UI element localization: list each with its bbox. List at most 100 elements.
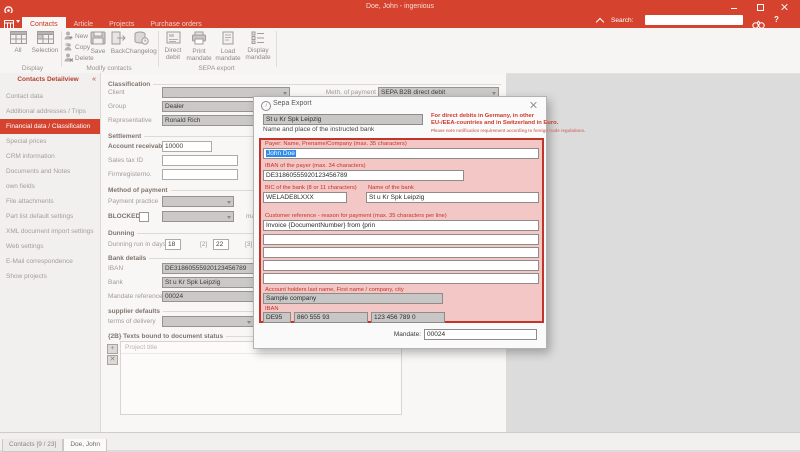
sidebar-item-show-projects[interactable]: Show projects xyxy=(0,269,100,284)
payment-practice-dropdown[interactable] xyxy=(162,196,234,207)
blocked-label: BLOCKED xyxy=(108,211,140,222)
chevron-down-icon xyxy=(227,201,231,204)
chevron-down-icon xyxy=(227,216,231,219)
sidebar: Contacts Detailview « Contact data Addit… xyxy=(0,73,101,432)
account-holder-field[interactable]: Sample company xyxy=(263,293,443,304)
load-mandate-button[interactable]: Load mandate xyxy=(212,31,244,62)
add-text-button[interactable]: + xyxy=(107,344,118,354)
app-menu-arrow-icon xyxy=(16,20,20,23)
customer-reference-input[interactable]: Invoice {DocumentNumber} from {prin xyxy=(263,220,539,231)
minimize-button[interactable] xyxy=(728,2,740,11)
dunning-3-label: [3] xyxy=(245,239,252,250)
dunning-days-1-field[interactable]: 18 xyxy=(165,239,181,250)
reference-line-2-input[interactable] xyxy=(263,234,539,245)
person-delete-icon xyxy=(64,53,73,64)
sidebar-item-documents-notes[interactable]: Documents and Notes xyxy=(0,164,100,179)
person-copy-icon xyxy=(64,42,73,53)
help-icon[interactable]: ? xyxy=(774,15,779,24)
table-icon xyxy=(10,31,27,46)
instructed-bank-field[interactable]: St u Kr Spk Leipzig xyxy=(263,114,423,125)
display-mandate-button[interactable]: Display mandate xyxy=(244,31,272,61)
maximize-button[interactable] xyxy=(754,2,766,11)
sidebar-item-web-settings[interactable]: Web settings xyxy=(0,239,100,254)
sidebar-item-file-attachments[interactable]: File attachments xyxy=(0,194,100,209)
sidebar-item-part-list-defaults[interactable]: Part list default settings xyxy=(0,209,100,224)
status-bar: Contacts [9 / 23]Doe, John xyxy=(0,432,800,450)
payer-iban-input[interactable]: DE31860555920123456789 xyxy=(263,170,464,181)
register-no-field[interactable] xyxy=(162,169,238,180)
collapse-sidebar-icon[interactable]: « xyxy=(92,76,96,83)
dialog-close-icon[interactable] xyxy=(529,101,538,110)
reference-line-4-input[interactable] xyxy=(263,260,539,271)
floppy-icon xyxy=(90,31,106,47)
sidebar-item-own-fields[interactable]: own fields xyxy=(0,179,100,194)
terms-of-delivery-label: terms of delivery xyxy=(108,316,156,327)
save-button[interactable]: Save xyxy=(88,31,108,55)
iban-bank-code-field[interactable]: 860 555 93 xyxy=(294,312,368,323)
checklist-icon xyxy=(251,31,265,46)
sidebar-item-xml-import-settings[interactable]: XML document import settings xyxy=(0,224,100,239)
selection-button[interactable]: Selection xyxy=(31,31,59,54)
ribbon-separator xyxy=(276,31,277,67)
changelog-button[interactable]: Changelog xyxy=(126,31,156,55)
print-mandate-button[interactable]: Print mandate xyxy=(186,31,212,62)
mandate-label: Mandate: xyxy=(374,331,421,338)
collapse-ribbon-icon[interactable] xyxy=(596,18,604,26)
iban-account-field[interactable]: 123 456 789 0 xyxy=(371,312,445,323)
all-button[interactable]: All xyxy=(6,31,30,54)
client-label: Client xyxy=(108,87,125,98)
sidebar-item-contact-data[interactable]: Contact data xyxy=(0,89,100,104)
direct-debit-notice: For direct debits in Germany, in other E… xyxy=(431,113,585,134)
reference-line-3-input[interactable] xyxy=(263,247,539,258)
mandate-input[interactable]: 00024 xyxy=(424,329,537,340)
dunning-days-2-field[interactable]: 22 xyxy=(213,239,229,250)
search-label: Search: xyxy=(611,17,633,24)
iban-label: IBAN xyxy=(108,263,123,274)
group-label: Group xyxy=(108,101,126,112)
search-input[interactable] xyxy=(645,15,743,25)
chevron-down-icon xyxy=(283,92,287,95)
blocked-dropdown[interactable] xyxy=(162,211,234,222)
account-receivable-field[interactable]: 10000 xyxy=(162,141,212,152)
payer-iban-label: IBAN of the payer (max. 34 characters) xyxy=(265,163,366,169)
sales-tax-field[interactable] xyxy=(162,155,238,166)
sidebar-item-crm-information[interactable]: CRM information xyxy=(0,149,100,164)
chevron-down-icon xyxy=(492,92,496,95)
dialog-title: Sepa Export xyxy=(273,100,312,107)
new-button[interactable]: New xyxy=(64,31,88,41)
selected-text: John Doe xyxy=(266,150,296,157)
remove-text-button[interactable]: ✕ xyxy=(107,355,118,365)
sidebar-item-special-prices[interactable]: Special prices xyxy=(0,134,100,149)
database-clock-icon xyxy=(133,31,149,47)
blocked-checkbox[interactable] xyxy=(139,212,149,222)
account-receivable-label: Account receivable xyxy=(108,141,168,152)
direct-debit-icon xyxy=(166,31,181,46)
table-selection-icon xyxy=(37,31,54,46)
status-tab-contacts[interactable]: Contacts [9 / 23] xyxy=(2,439,63,452)
bic-input[interactable]: WELADE8LXXX xyxy=(263,192,347,203)
copy-button[interactable]: Copy xyxy=(64,42,90,52)
sidebar-item-financial-data[interactable]: Financial data / Classification xyxy=(0,119,100,134)
sidebar-item-additional-addresses[interactable]: Additional addresses / Trips xyxy=(0,104,100,119)
terms-of-delivery-dropdown[interactable] xyxy=(162,316,254,327)
bank-name-input[interactable]: St u Kr Spk Leipzig xyxy=(366,192,539,203)
representative-label: Representative xyxy=(108,115,152,126)
info-icon: i xyxy=(261,101,271,111)
bic-label: BIC of the bank (8 or 11 characters) xyxy=(265,185,357,191)
reference-line-5-input[interactable] xyxy=(263,273,539,284)
group-label-sepa-export: SEPA export xyxy=(161,65,272,72)
status-tab-doe-john[interactable]: Doe, John xyxy=(63,439,107,452)
sales-tax-label: Sales tax ID xyxy=(108,155,143,166)
texts-listbox[interactable]: Project title xyxy=(120,341,402,415)
sidebar-title: Contacts Detailview xyxy=(4,76,92,83)
customer-reference-label: Customer reference - reason for payment … xyxy=(265,213,447,219)
close-button[interactable] xyxy=(779,2,791,11)
direct-debit-button[interactable]: Direct debit xyxy=(161,31,185,61)
bank-label: Bank xyxy=(108,277,123,288)
payer-input[interactable]: John Doe xyxy=(263,148,539,159)
person-add-icon xyxy=(64,31,73,42)
sidebar-item-email-correspondence[interactable]: E-Mail correspondence xyxy=(0,254,100,269)
window-title: Doe, John - ingenious xyxy=(0,0,800,13)
iban-country-field[interactable]: DE95 xyxy=(263,312,291,323)
group-label-display: Display xyxy=(6,65,59,72)
